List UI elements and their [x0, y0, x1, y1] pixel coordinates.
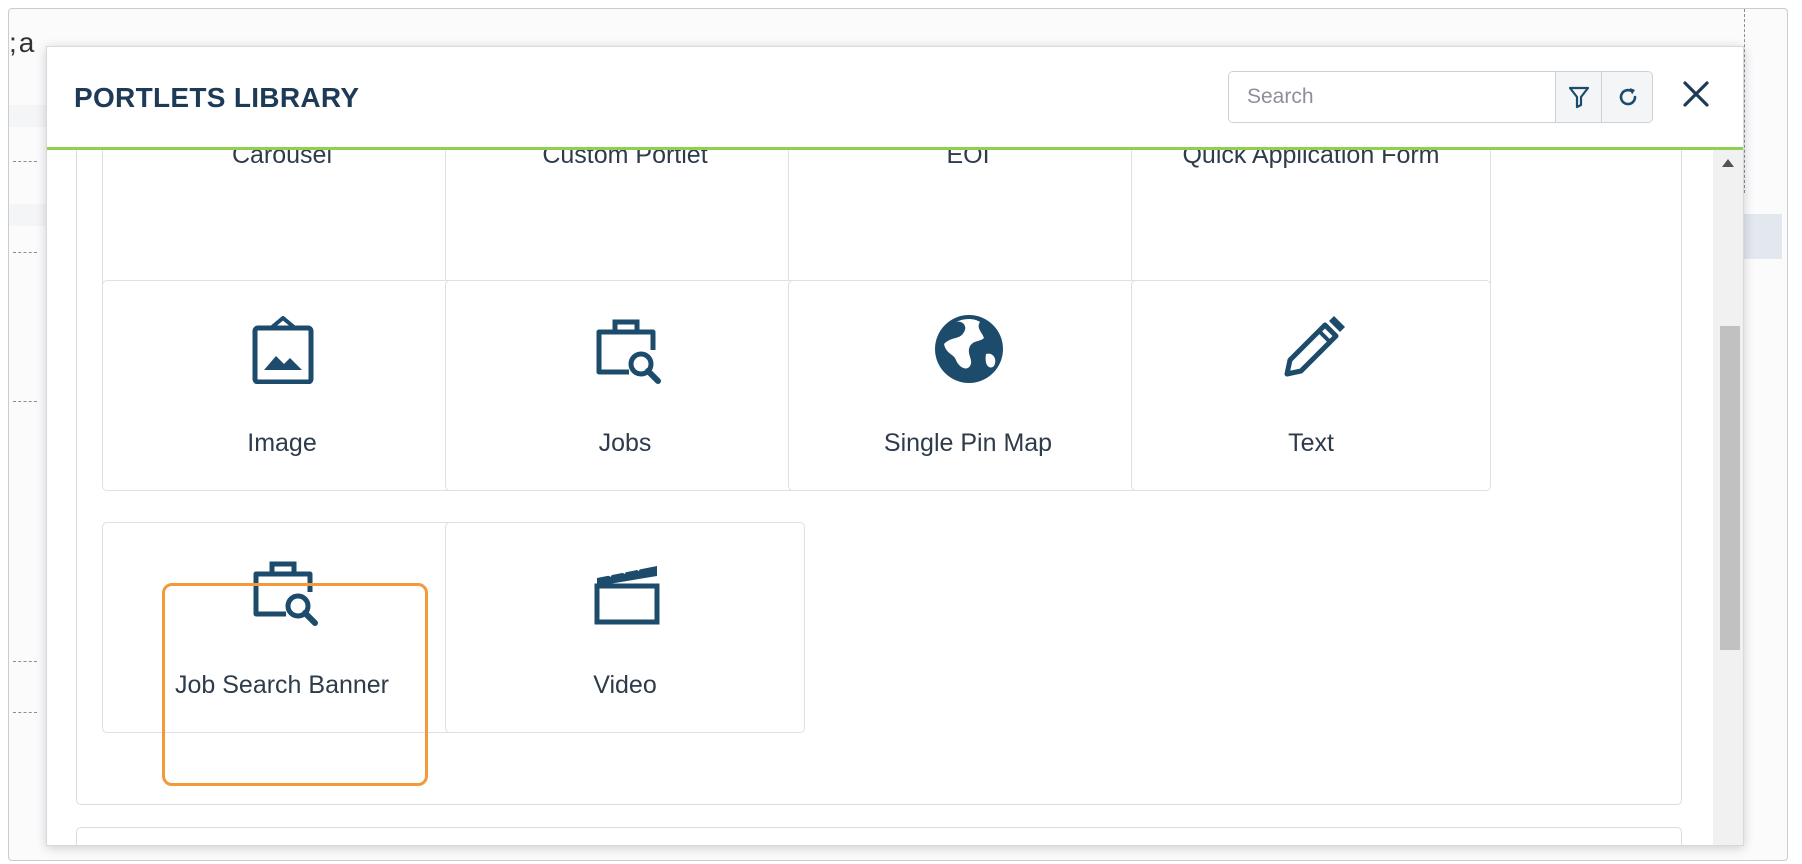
background-divider [13, 161, 37, 162]
close-icon [1683, 81, 1709, 107]
portlet-tile-custom-portlet[interactable]: Custom Portlet [445, 150, 805, 292]
portlet-tile-carousel[interactable]: Carousel [102, 150, 462, 292]
search-box [1228, 71, 1653, 123]
image-icon [252, 316, 314, 384]
search-input[interactable] [1229, 72, 1555, 122]
app-window: ;a PORTLETS LIBRARY Search Carousel Cust… [8, 8, 1788, 861]
portlet-label: Video [593, 671, 657, 699]
portlets-section: Carousel Custom Portlet EOI Quick Applic… [76, 150, 1682, 805]
refresh-button[interactable] [1601, 72, 1652, 122]
portlet-label: Text [1288, 429, 1334, 457]
globe-icon [935, 315, 1003, 383]
portlet-tile-eoi[interactable]: EOI [788, 150, 1148, 292]
background-divider [13, 712, 37, 713]
portlet-label: EOI [946, 150, 990, 169]
portlet-label: Image [247, 429, 317, 457]
background-panel [1742, 214, 1782, 259]
background-divider [13, 401, 37, 402]
next-section [76, 827, 1682, 845]
portlet-tile-image[interactable]: Image [102, 280, 462, 491]
portlets-library-modal: PORTLETS LIBRARY Search Carousel Custom … [46, 46, 1744, 846]
refresh-icon [1619, 88, 1636, 106]
vertical-scrollbar[interactable] [1713, 150, 1743, 845]
pencil-icon [1284, 316, 1345, 377]
job-search-icon [253, 561, 318, 626]
portlet-label: Custom Portlet [542, 150, 708, 169]
portlet-label: Job Search Banner [174, 671, 390, 699]
filter-button[interactable] [1555, 72, 1602, 122]
modal-title: PORTLETS LIBRARY [74, 82, 360, 113]
portlet-tile-quick-application-form[interactable]: Quick Application Form [1131, 150, 1491, 292]
portlet-label: Carousel [231, 150, 333, 169]
portlet-tile-text[interactable]: Text [1131, 280, 1491, 491]
portlet-tile-job-search-banner[interactable]: Job Search Banner [102, 522, 462, 733]
filter-icon [1568, 86, 1590, 109]
background-text-fragment: ;a [9, 27, 37, 58]
background-divider [13, 661, 37, 662]
background-strip [9, 105, 46, 127]
portlet-label: Jobs [598, 429, 652, 457]
clapperboard-icon [594, 562, 660, 625]
portlet-tile-single-pin-map[interactable]: Single Pin Map [788, 280, 1148, 491]
background-divider [13, 252, 37, 253]
jobs-icon [596, 319, 661, 384]
scroll-thumb[interactable] [1720, 326, 1740, 650]
portlet-tile-jobs[interactable]: Jobs [445, 280, 805, 491]
portlet-label: Quick Application Form [1182, 150, 1440, 169]
portlet-tile-video[interactable]: Video [445, 522, 805, 733]
modal-body: Carousel Custom Portlet EOI Quick Applic… [47, 150, 1713, 845]
close-button[interactable] [1676, 74, 1716, 114]
scroll-up-arrow-icon[interactable] [1722, 159, 1734, 167]
background-strip [9, 204, 46, 226]
portlet-label: Single Pin Map [883, 429, 1053, 457]
background-divider [1744, 9, 1746, 193]
modal-header: PORTLETS LIBRARY [47, 47, 1743, 150]
